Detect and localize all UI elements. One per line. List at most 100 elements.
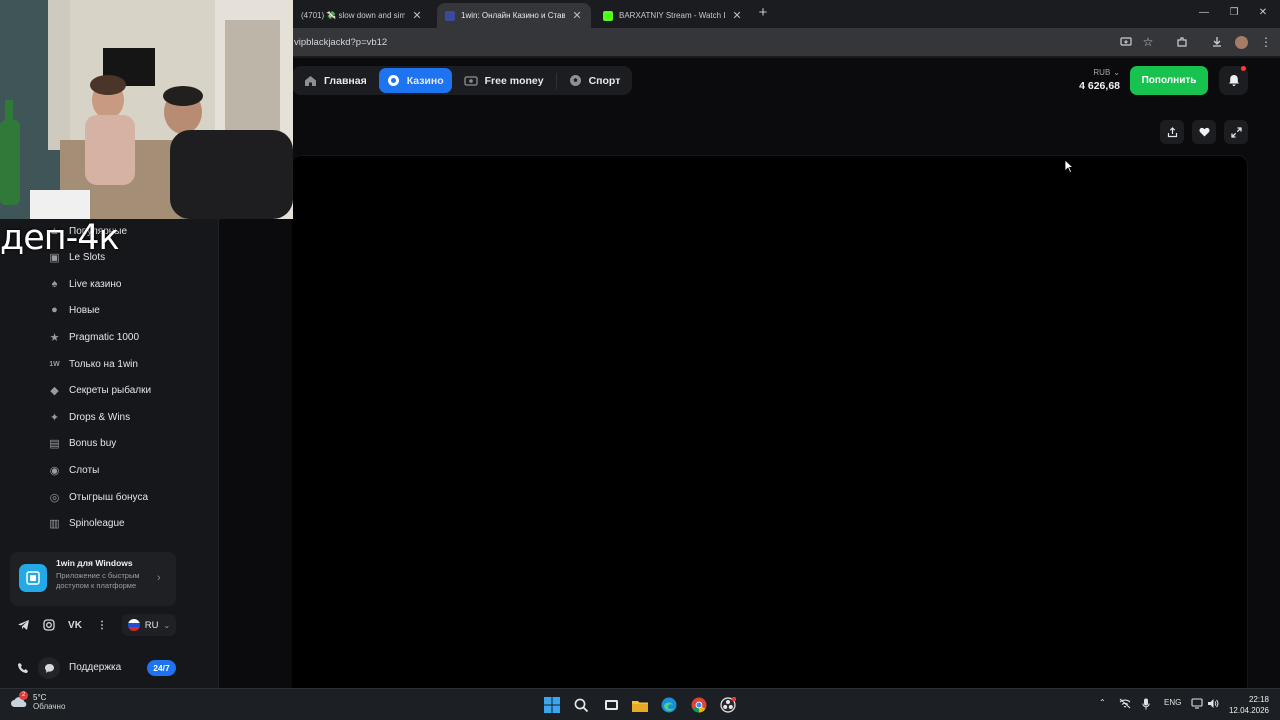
tray-overflow-icon[interactable]: ⌃: [1099, 698, 1106, 707]
instagram-icon[interactable]: [38, 614, 60, 636]
sidebar-item-pragmatic[interactable]: ★ Pragmatic 1000: [48, 324, 139, 350]
nav-divider: [555, 72, 557, 89]
input-language[interactable]: ENG: [1164, 698, 1181, 707]
sidebar-item-slots[interactable]: ◉ Слоты: [48, 457, 100, 483]
windows-app-promo[interactable]: 1win для Windows Приложение с быстрым до…: [10, 552, 176, 606]
phone-icon[interactable]: [12, 657, 34, 679]
support-label[interactable]: Поддержка: [69, 662, 121, 673]
sidebar-item-fishing[interactable]: ◆ Секреты рыбалки: [48, 377, 151, 403]
nav-label: Казино: [406, 74, 444, 87]
nav-free-money[interactable]: Free money: [456, 68, 552, 93]
soccer-ball-icon: [569, 75, 581, 86]
currency-label: RUB: [1093, 68, 1111, 77]
more-options-icon[interactable]: ⋮: [91, 614, 113, 636]
sidebar-item-label: Drops & Wins: [69, 411, 131, 423]
casino-chip-icon: [387, 75, 399, 86]
new-tab-button[interactable]: +: [755, 4, 771, 22]
extensions-icon[interactable]: [1175, 35, 1189, 49]
clock-date: 12.04.2026: [1228, 706, 1269, 715]
game-frame[interactable]: [292, 155, 1248, 688]
network-muted-icon[interactable]: [1119, 698, 1131, 711]
star-icon: ★: [49, 331, 60, 344]
install-app-icon[interactable]: [1119, 35, 1133, 49]
bag-icon: ▤: [49, 437, 60, 450]
bell-icon: [1228, 75, 1239, 86]
close-tab-icon[interactable]: ✕: [571, 9, 583, 22]
bonus-icon: ◎: [49, 491, 60, 504]
search-icon[interactable]: [571, 695, 591, 715]
nav-sport[interactable]: Спорт: [561, 68, 629, 93]
sidebar-item-label: Live казино: [69, 278, 122, 290]
language-selector[interactable]: RU ⌄: [122, 614, 176, 636]
sidebar-item-bonus-wager[interactable]: ◎ Отыгрыш бонуса: [48, 484, 148, 510]
sidebar-item-new[interactable]: ● Новые: [48, 297, 100, 323]
sidebar-item-label: Отыгрыш бонуса: [69, 491, 149, 503]
nav-label: Free money: [484, 74, 544, 87]
sidebar-item-live-casino[interactable]: ♠ Live казино: [48, 271, 122, 297]
sidebar-item-spinoleague[interactable]: ▥ Spinoleague: [48, 510, 124, 536]
tab-kick[interactable]: BARXATNIY Stream - Watch Live ✕: [595, 3, 751, 28]
weather-alert-badge: 2: [19, 691, 28, 700]
deposit-button[interactable]: Пополнить: [1130, 66, 1208, 95]
tab-title: BARXATNIY Stream - Watch Live: [619, 11, 725, 20]
windows-app-icon: [19, 564, 47, 592]
weather-temperature: 5°C: [33, 693, 47, 702]
speaker-icon[interactable]: [1207, 698, 1219, 711]
chrome-browser-icon[interactable]: [689, 695, 709, 715]
chevron-down-icon: ⌄: [163, 620, 171, 630]
balance-display[interactable]: RUB ⌄ 4 626,68: [1074, 68, 1120, 92]
site-navigation: Главная Казино Free money Спорт: [292, 66, 633, 95]
cherry-icon: ◉: [49, 464, 60, 477]
notifications-button[interactable]: [1219, 66, 1248, 95]
edge-browser-icon[interactable]: [659, 695, 679, 715]
promo-title: 1win для Windows: [56, 558, 133, 568]
chevron-right-icon: ›: [157, 572, 161, 584]
file-explorer-icon[interactable]: [630, 695, 650, 715]
sidebar-item-bonus-buy[interactable]: ▤ Bonus buy: [48, 430, 116, 456]
sidebar-item-label: Bonus buy: [69, 437, 117, 449]
chevron-down-icon: ⌄: [1113, 68, 1120, 77]
webcam-overlay: [0, 0, 293, 219]
fullscreen-button[interactable]: [1224, 120, 1248, 144]
close-tab-icon[interactable]: ✕: [731, 9, 743, 22]
sidebar-item-label: Только на 1win: [69, 358, 138, 370]
tab-title: (4701) 💸 slow down and simp: [301, 11, 405, 20]
obs-studio-icon[interactable]: [718, 695, 738, 715]
browser-menu-icon[interactable]: ⋮: [1259, 35, 1273, 49]
vk-icon[interactable]: VK: [64, 614, 86, 636]
favorite-button[interactable]: [1192, 120, 1216, 144]
microphone-icon[interactable]: [1142, 698, 1150, 712]
sidebar-item-drops-wins[interactable]: ✦ Drops & Wins: [48, 404, 130, 430]
task-view-icon[interactable]: [601, 695, 621, 715]
minimize-icon[interactable]: —: [1197, 6, 1211, 20]
league-icon: ▥: [49, 517, 60, 530]
telegram-icon[interactable]: [12, 614, 34, 636]
balance-amount: 4 626,68: [1079, 80, 1120, 92]
download-icon[interactable]: [1210, 35, 1224, 49]
sidebar-item-label: Новые: [69, 304, 100, 316]
url-field[interactable]: vipblackjackd?p=vb12: [294, 37, 387, 48]
close-window-icon[interactable]: ✕: [1256, 6, 1270, 20]
tab-youtube[interactable]: (4701) 💸 slow down and simp ✕: [293, 3, 431, 28]
spade-icon: ♠: [51, 278, 58, 290]
language-label: RU: [144, 619, 159, 631]
system-clock[interactable]: 22:18 12.04.2026: [1227, 694, 1269, 716]
nav-label: Спорт: [588, 74, 621, 87]
share-button[interactable]: [1160, 120, 1184, 144]
weather-widget[interactable]: 2 5°C Облачно: [10, 691, 65, 711]
tab-title: 1win: Онлайн Казино и Ставки: [461, 11, 565, 20]
nav-casino[interactable]: Казино: [378, 68, 452, 93]
1win-icon: 1W: [49, 360, 60, 368]
sidebar-item-only-1win[interactable]: 1W Только на 1win: [48, 351, 138, 377]
profile-avatar[interactable]: [1234, 35, 1248, 49]
display-icon[interactable]: [1191, 698, 1203, 711]
nav-home[interactable]: Главная: [296, 68, 375, 93]
tab-1win[interactable]: 1win: Онлайн Казино и Ставки ✕: [437, 3, 591, 28]
chat-icon[interactable]: [38, 657, 60, 679]
bookmark-star-icon[interactable]: ☆: [1141, 35, 1155, 49]
heart-icon: [1198, 127, 1210, 137]
windows-start-icon[interactable]: [542, 695, 562, 715]
restore-icon[interactable]: ❐: [1227, 6, 1241, 20]
mouse-cursor-icon: [1064, 159, 1073, 173]
close-tab-icon[interactable]: ✕: [411, 9, 423, 22]
